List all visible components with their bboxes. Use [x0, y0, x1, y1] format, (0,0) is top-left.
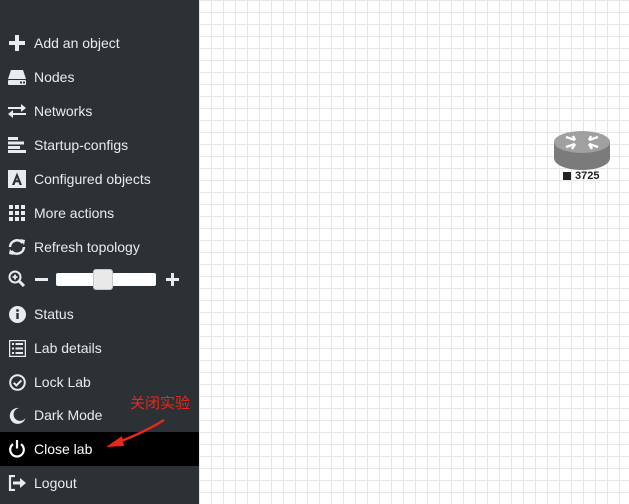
node-label[interactable]: 3725 — [563, 169, 599, 182]
zoom-out-button[interactable] — [35, 273, 48, 291]
node-name: 3725 — [575, 169, 600, 182]
check-circle-icon — [8, 373, 26, 391]
zoom-slider-handle[interactable] — [93, 269, 113, 290]
sidebar-item-label: Networks — [34, 103, 93, 119]
exchange-icon — [8, 102, 26, 120]
annotation-text: 关闭实验 — [130, 394, 191, 412]
sidebar-item-label: Lock Lab — [34, 374, 91, 390]
sidebar-item-label: Status — [34, 306, 74, 322]
font-icon — [8, 170, 26, 188]
sidebar-item-lab-details[interactable]: Lab details — [0, 331, 199, 365]
sign-out-icon — [8, 474, 26, 492]
sidebar-item-status[interactable]: Status — [0, 297, 199, 331]
sidebar-item-label: Add an object — [34, 35, 120, 51]
sidebar-item-label: Lab details — [34, 340, 102, 356]
sidebar-item-networks[interactable]: Networks — [0, 94, 199, 128]
sidebar-item-logout[interactable]: Logout — [0, 466, 199, 500]
grid-icon — [8, 204, 26, 222]
sidebar-item-add-object[interactable]: Add an object — [0, 26, 199, 60]
refresh-icon — [8, 238, 26, 256]
annotation-arrow-icon — [106, 418, 165, 447]
zoom-in-icon — [8, 270, 26, 292]
zoom-in-button[interactable] — [166, 273, 179, 291]
info-icon — [8, 305, 26, 323]
sidebar-item-label: Close lab — [34, 441, 93, 457]
sidebar-item-label: Configured objects — [34, 171, 151, 187]
zoom-control — [0, 262, 199, 296]
server-icon — [8, 68, 26, 86]
align-left-icon — [8, 136, 26, 154]
sidebar-item-label: More actions — [34, 205, 115, 221]
router-icon[interactable] — [553, 128, 611, 172]
sidebar-item-startup-configs[interactable]: Startup-configs — [0, 128, 199, 162]
sidebar-item-label: Nodes — [34, 69, 75, 85]
sidebar-item-label: Startup-configs — [34, 137, 129, 153]
sidebar-item-label: Logout — [34, 475, 77, 491]
node-status-indicator — [563, 171, 571, 180]
sidebar-item-label: Refresh topology — [34, 239, 140, 255]
moon-icon — [8, 406, 26, 424]
sidebar-item-configured-objects[interactable]: Configured objects — [0, 162, 199, 196]
sidebar-item-refresh-topology[interactable]: Refresh topology — [0, 230, 199, 264]
sidebar-item-more-actions[interactable]: More actions — [0, 196, 199, 230]
topology-canvas[interactable] — [199, 0, 629, 504]
plus-icon — [8, 34, 26, 52]
sidebar-item-nodes[interactable]: Nodes — [0, 60, 199, 94]
list-icon — [8, 339, 26, 357]
sidebar-item-label: Dark Mode — [34, 407, 103, 423]
power-icon — [8, 440, 26, 458]
